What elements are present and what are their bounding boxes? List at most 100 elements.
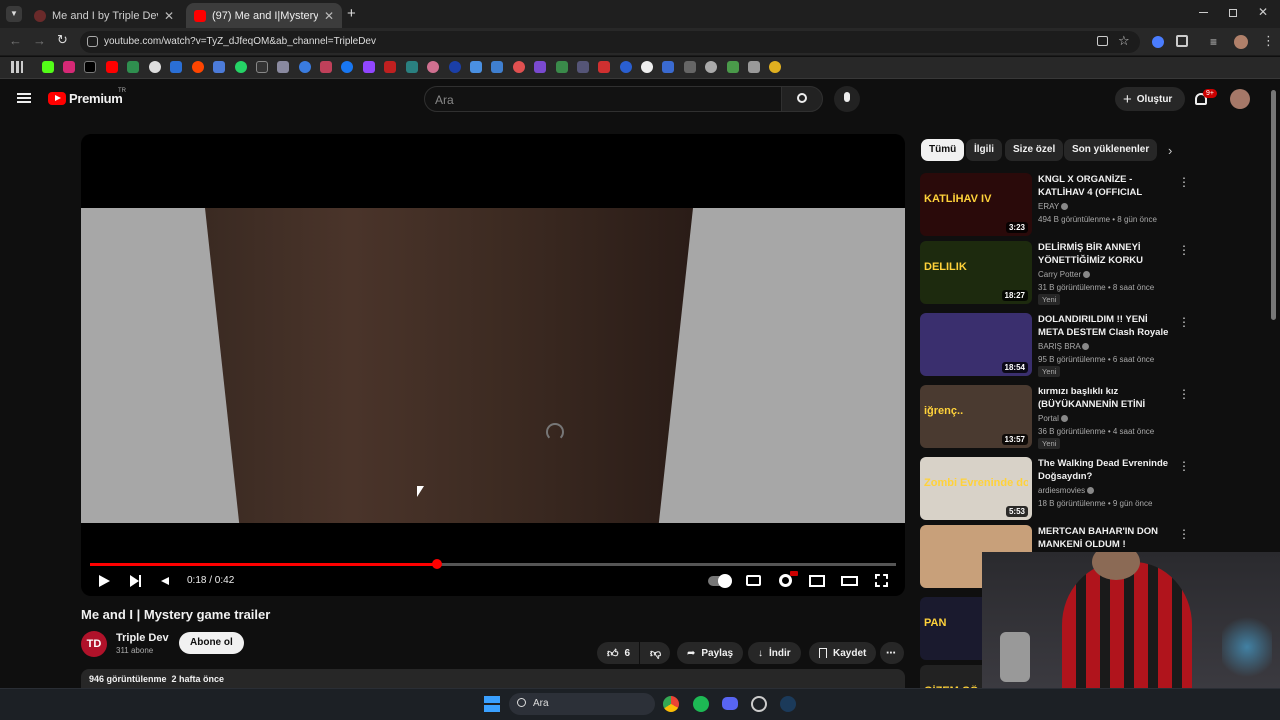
video-thumbnail[interactable]: iğrenç.. 13:57 [920,385,1032,448]
channel-avatar[interactable]: TD [81,631,107,657]
recommendation-item[interactable]: KATLİHAV IV 3:23 KNGL X ORGANİZE - KATLİHA… [920,173,1270,237]
bookmark-icon[interactable] [620,61,632,73]
bookmark-icon[interactable] [277,61,289,73]
youtube-bookmark-icon[interactable] [106,61,118,73]
video-frame[interactable] [81,208,905,523]
youtube-logo-icon[interactable] [48,92,66,105]
channel-name[interactable]: Triple Dev [116,632,169,644]
taskbar-search-box[interactable]: Ara [509,693,655,715]
kick-bookmark-icon[interactable] [42,61,54,73]
download-button[interactable]: ↓ İndir [748,642,801,664]
recommendation-title[interactable]: DOLANDIRILDIM !! YENİ META DESTEM Clash … [1038,313,1172,339]
address-bar[interactable]: youtube.com/watch?v=TyZ_dJfeqOM&ab_chann… [80,31,1140,53]
bookmark-icon[interactable] [748,61,760,73]
hamburger-menu-icon[interactable] [17,93,31,103]
steam-taskbar-icon[interactable] [780,696,796,712]
bookmark-icon[interactable] [427,61,439,73]
more-vertical-icon[interactable]: ⋮ [1178,315,1190,329]
video-thumbnail[interactable]: KATLİHAV IV 3:23 [920,173,1032,236]
bookmark-icon[interactable] [170,61,182,73]
windows-start-icon[interactable] [484,696,500,712]
recommendation-title[interactable]: DELİRMİŞ BİR ANNEYİ YÖNETTİĞİMİZ KORKU O… [1038,241,1172,267]
browser-tab-2[interactable]: (97) Me and I|Mystery gam ✕ [186,3,342,28]
chevron-right-icon[interactable]: › [1168,143,1172,158]
video-thumbnail[interactable]: Zombi Evreninde doğsaydın? 5:53 [920,457,1032,520]
recommendation-title[interactable]: The Walking Dead Evreninde Doğsaydın? [1038,457,1172,483]
bookmark-icon[interactable] [299,61,311,73]
fullscreen-icon[interactable] [875,574,888,587]
bookmark-icon[interactable] [470,61,482,73]
bookmark-icon[interactable] [406,61,418,73]
voice-search-button[interactable] [834,86,860,112]
bookmark-icon[interactable] [384,61,396,73]
x-bookmark-icon[interactable] [84,61,96,73]
back-icon[interactable]: ← [9,33,22,48]
play-icon[interactable] [99,575,110,587]
autoplay-toggle[interactable] [708,574,732,588]
account-avatar[interactable] [1230,89,1250,109]
bookmark-icon[interactable] [149,61,161,73]
chip-all[interactable]: Tümü [921,139,965,161]
chip-recently-uploaded[interactable]: Son yüklenenler [1064,139,1158,161]
recommendation-channel[interactable]: ERAY [1038,202,1069,211]
reload-icon[interactable]: ↻ [57,32,68,48]
theater-mode-icon[interactable] [841,576,858,586]
recommendation-channel[interactable]: Carry Potter [1038,270,1091,279]
bookmark-icon[interactable] [213,61,225,73]
recommendation-channel[interactable]: Portal [1038,414,1069,423]
page-scrollbar[interactable] [1271,90,1276,320]
video-player[interactable]: 0:18 / 0:42 [81,134,905,596]
forward-icon[interactable]: → [33,33,46,48]
video-thumbnail[interactable]: 18:54 [920,313,1032,376]
recommendation-title[interactable]: KNGL X ORGANİZE - KATLİHAV 4 (OFFICIAL M… [1038,173,1172,199]
minimize-window-icon[interactable] [1199,12,1208,13]
bookmark-icon[interactable] [662,61,674,73]
install-app-icon[interactable] [1097,36,1108,46]
bookmark-icon[interactable] [684,61,696,73]
bookmark-icon[interactable] [705,61,717,73]
next-video-icon[interactable] [130,575,139,587]
volume-icon[interactable] [161,577,169,585]
browser-tab-1[interactable]: Me and I by Triple Dev ✕ [26,3,182,28]
bookmark-icon[interactable] [320,61,332,73]
apps-grid-icon[interactable] [11,61,23,73]
instagram-bookmark-icon[interactable] [63,61,75,73]
recommendation-channel[interactable]: ardiesmovies [1038,486,1095,495]
bookmark-icon[interactable] [491,61,503,73]
create-button[interactable]: + Oluştur [1115,87,1185,111]
recommendation-item[interactable]: 18:54 DOLANDIRILDIM !! YENİ META DESTEM C… [920,313,1270,377]
recommendation-item[interactable]: Zombi Evreninde doğsaydın? 5:53 The Walkin… [920,457,1270,521]
discord-taskbar-icon[interactable] [722,697,738,710]
bookmark-icon[interactable] [256,61,268,73]
progress-bar-track[interactable] [90,559,896,569]
bookmark-icon[interactable] [598,61,610,73]
extension-icon[interactable] [1152,36,1164,48]
recommendation-item[interactable]: iğrenç.. 13:57 kırmızı başlıklı kız (BÜYÜK… [920,385,1270,449]
bookmark-icon[interactable] [534,61,546,73]
chrome-taskbar-icon[interactable] [663,696,679,712]
browser-menu-icon[interactable]: ⋮ [1262,33,1275,49]
twitch-bookmark-icon[interactable] [363,61,375,73]
bookmark-icon[interactable] [449,61,461,73]
bookmark-icon[interactable] [769,61,781,73]
more-vertical-icon[interactable]: ⋮ [1178,387,1190,401]
description-box[interactable]: 946 görüntülenme 2 hafta önce [81,669,905,688]
profile-avatar[interactable] [1234,35,1248,49]
dislike-button[interactable]: 👎︎ [640,642,670,664]
media-control-icon[interactable]: ≡ [1210,35,1217,49]
progress-scrubber-handle[interactable] [431,559,442,569]
app-taskbar-icon[interactable] [751,696,767,712]
bookmark-icon[interactable] [127,61,139,73]
bookmark-star-icon[interactable]: ☆ [1118,33,1130,49]
like-button[interactable]: 👍︎ 6 [597,642,639,664]
chip-for-you[interactable]: Size özel [1005,139,1064,161]
subtitles-icon[interactable] [746,575,761,586]
bookmark-icon[interactable] [513,61,525,73]
more-vertical-icon[interactable]: ⋮ [1178,459,1190,473]
more-vertical-icon[interactable]: ⋮ [1178,243,1190,257]
close-window-icon[interactable]: ✕ [1258,5,1268,19]
subscribe-button[interactable]: Abone ol [179,632,244,654]
save-button[interactable]: Kaydet [809,642,877,664]
search-button[interactable] [781,86,823,112]
tab-search-dropdown-button[interactable]: ▼ [6,6,22,22]
